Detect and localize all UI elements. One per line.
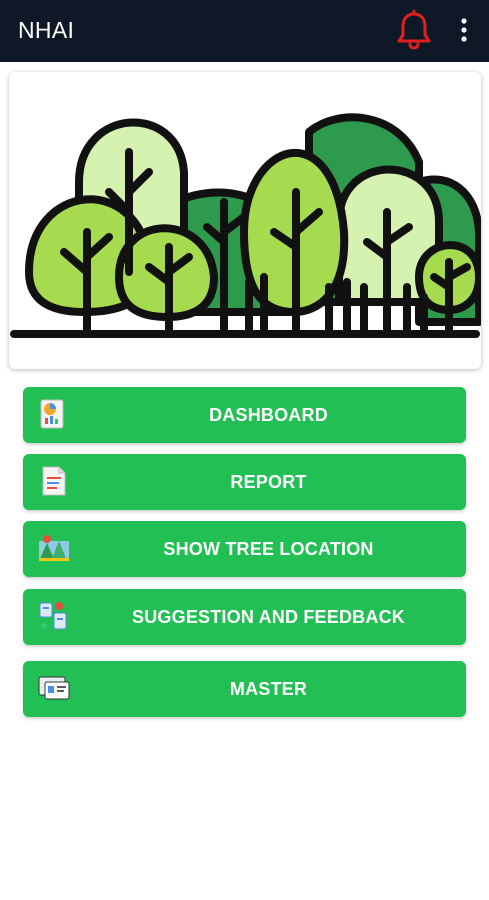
report-button[interactable]: REPORT xyxy=(23,454,466,510)
banner-card xyxy=(9,72,481,369)
app-screen: NHAI DASHBOARD REPORT SHOW TREE LOCATION… xyxy=(0,0,489,900)
show-tree-location-button[interactable]: SHOW TREE LOCATION xyxy=(23,521,466,577)
dashboard-button[interactable]: DASHBOARD xyxy=(23,387,466,443)
trees-illustration xyxy=(10,113,481,338)
bell-icon[interactable] xyxy=(396,10,432,50)
master-button-label: MASTER xyxy=(229,679,308,699)
top-app-bar: NHAI xyxy=(0,0,489,62)
more-vertical-icon[interactable] xyxy=(452,15,476,45)
tree-location-icon xyxy=(39,535,69,561)
master-id-card-icon xyxy=(38,676,70,700)
suggestion-feedback-button-label: SUGGESTION AND FEEDBACK xyxy=(132,607,405,627)
dashboard-report-icon xyxy=(40,399,64,429)
app-title: NHAI xyxy=(18,17,75,43)
report-document-icon xyxy=(42,466,66,496)
dashboard-button-label: DASHBOARD xyxy=(209,405,328,425)
report-button-label: REPORT xyxy=(230,472,307,492)
master-button[interactable]: MASTER xyxy=(23,661,466,717)
suggestion-feedback-button[interactable]: SUGGESTION AND FEEDBACK xyxy=(23,589,466,645)
show-tree-location-button-label: SHOW TREE LOCATION xyxy=(163,539,374,559)
feedback-icon xyxy=(39,602,67,630)
